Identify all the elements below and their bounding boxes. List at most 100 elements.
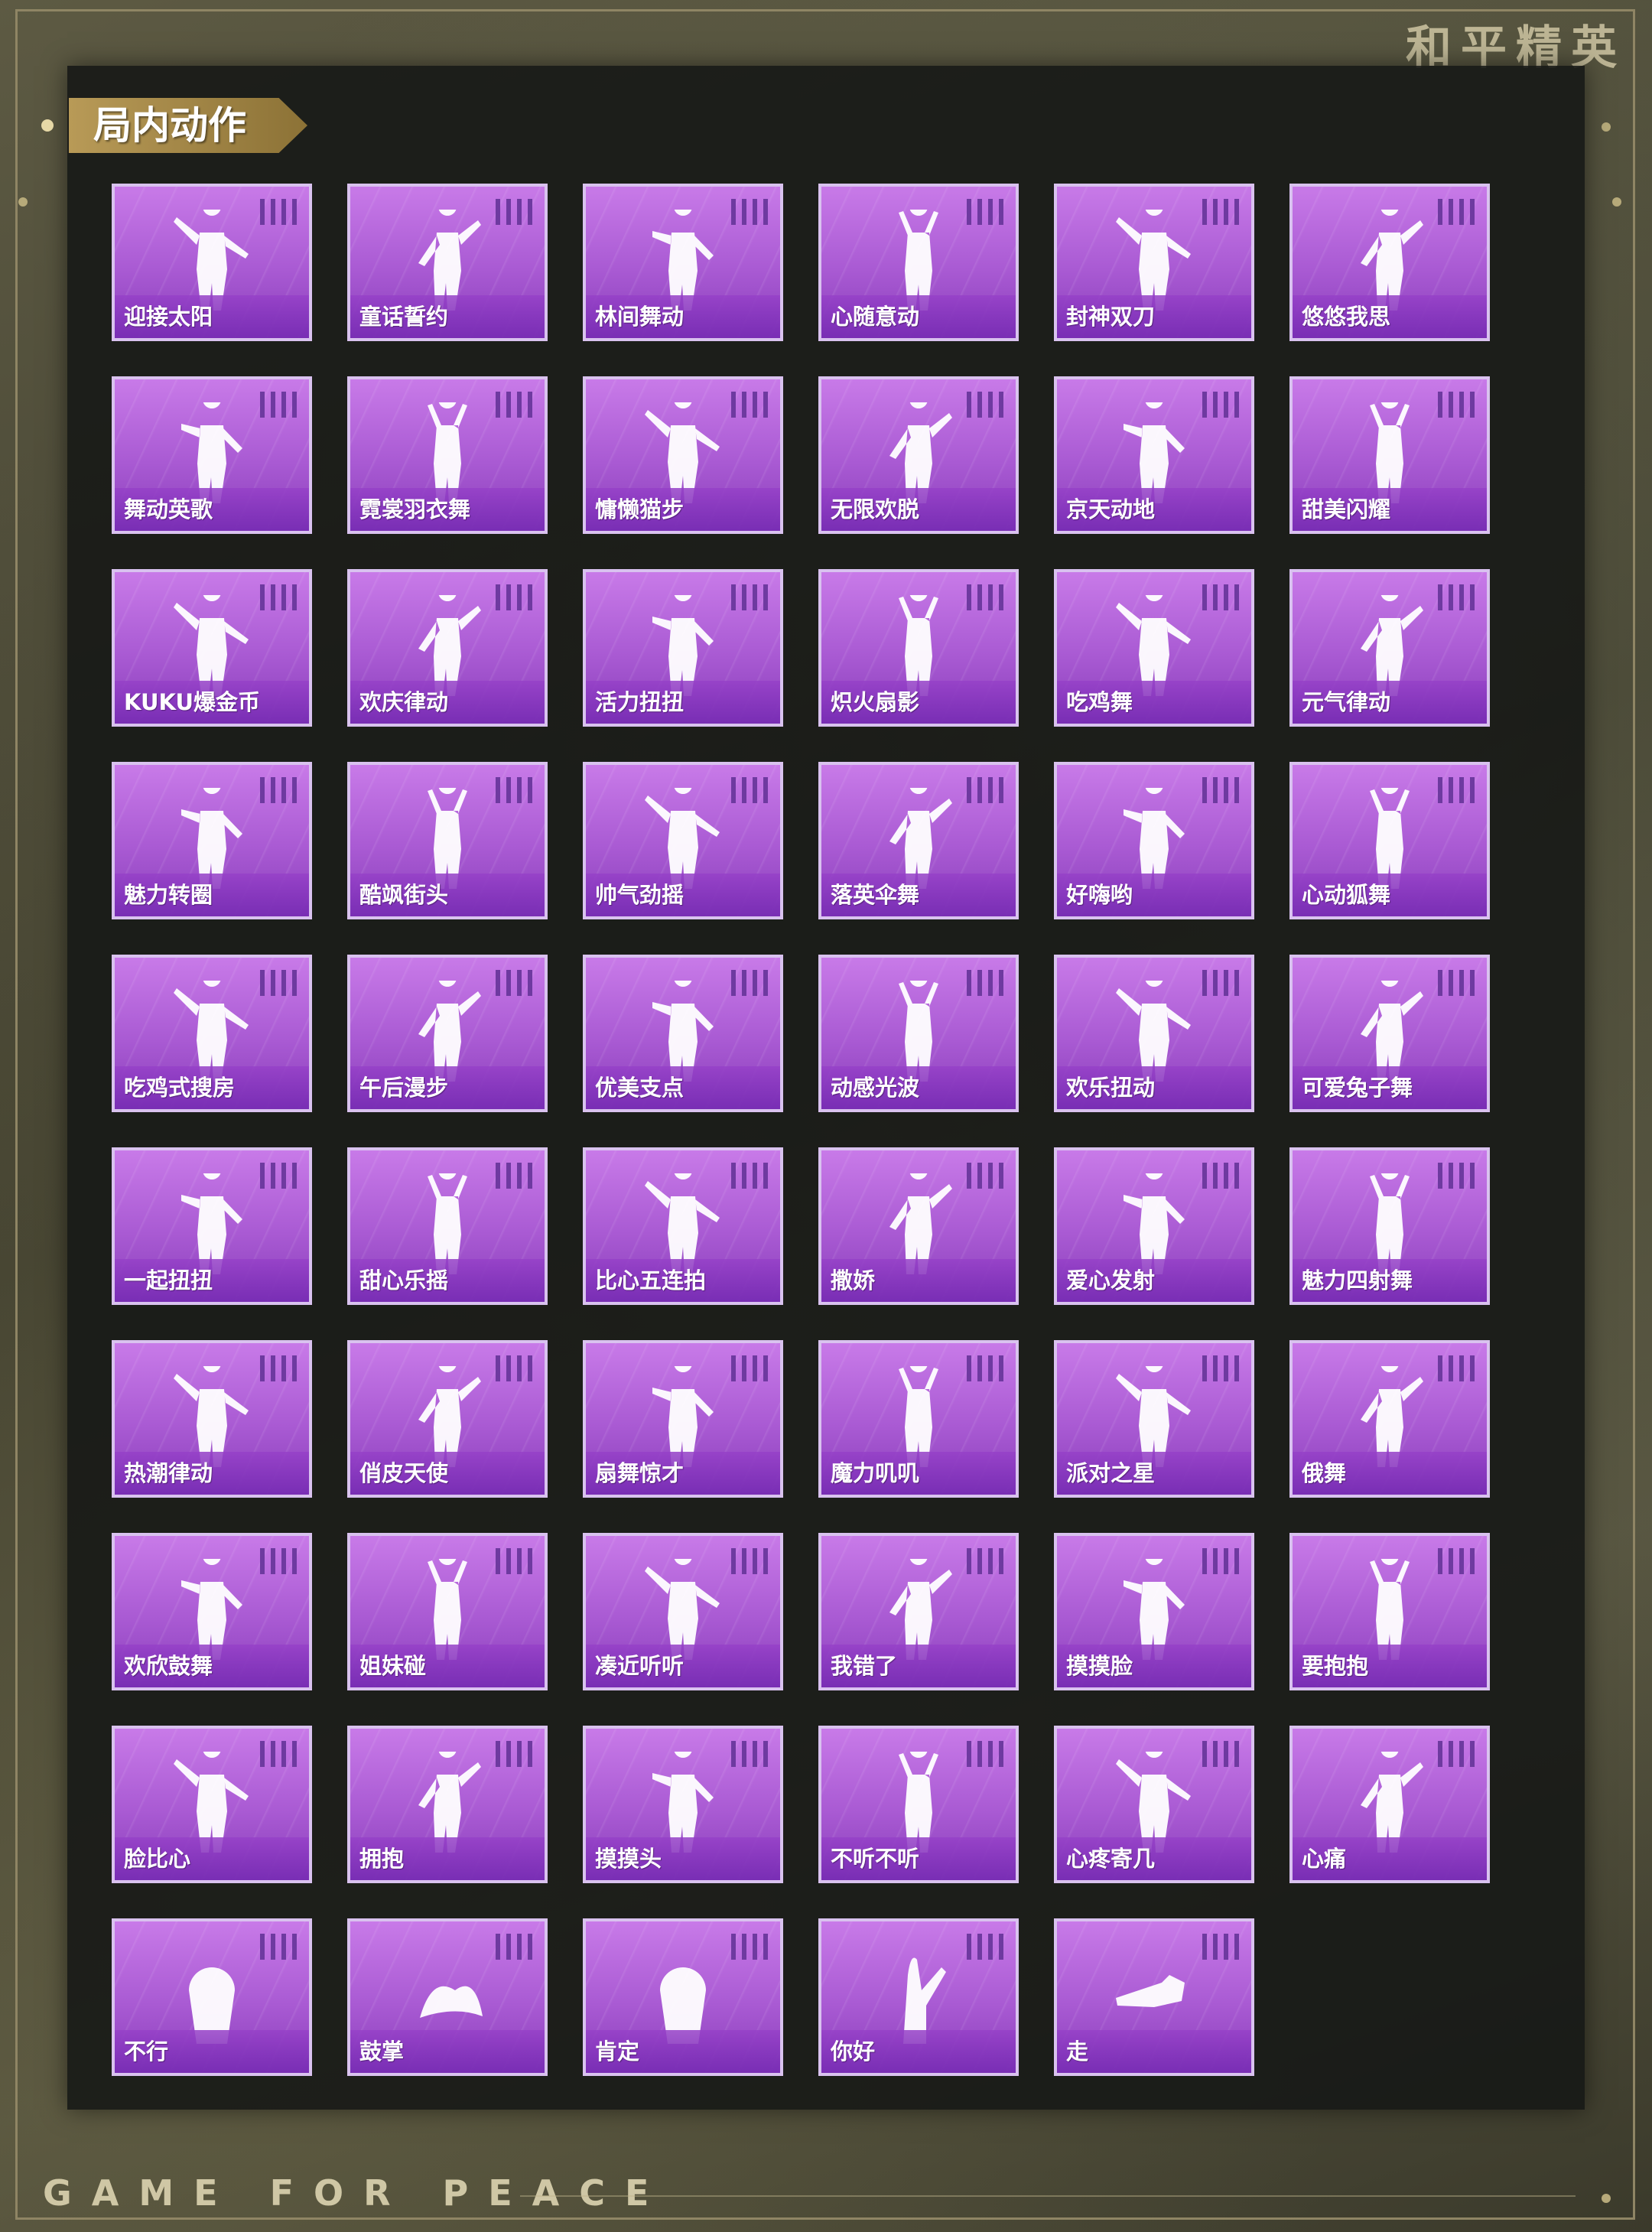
signal-bars-icon (967, 1741, 1003, 1767)
signal-bars-icon (496, 777, 532, 803)
signal-bars-icon (260, 392, 297, 418)
signal-bars-icon (731, 1548, 768, 1574)
signal-bars-icon (967, 1934, 1003, 1960)
emote-card[interactable]: 封神双刀 (1054, 184, 1254, 341)
signal-bars-icon (967, 584, 1003, 610)
emote-card[interactable]: 凑近听听 (583, 1533, 783, 1690)
signal-bars-icon (731, 199, 768, 225)
emote-card[interactable]: 慵懒猫步 (583, 376, 783, 534)
emote-label: 鼓掌 (350, 2030, 545, 2073)
emote-card[interactable]: 拥抱 (347, 1726, 548, 1883)
emote-label: 我错了 (821, 1645, 1016, 1687)
emote-card[interactable]: 动感光波 (818, 955, 1019, 1112)
emote-card[interactable]: 魅力四射舞 (1289, 1147, 1490, 1305)
signal-bars-icon (1438, 199, 1475, 225)
emote-label: 不行 (115, 2030, 309, 2073)
emote-card[interactable]: 甜心乐摇 (347, 1147, 548, 1305)
signal-bars-icon (1202, 777, 1239, 803)
signal-bars-icon (496, 1934, 532, 1960)
emote-card[interactable]: 我错了 (818, 1533, 1019, 1690)
corner-ornament (1602, 122, 1611, 132)
emote-card[interactable]: 俏皮天使 (347, 1340, 548, 1498)
emote-label: 欢庆律动 (350, 681, 545, 724)
signal-bars-icon (260, 970, 297, 996)
emote-card[interactable]: 派对之星 (1054, 1340, 1254, 1498)
emote-card[interactable]: KUKU爆金币 (112, 569, 312, 727)
emote-label: 悠悠我思 (1293, 295, 1487, 338)
emote-label: 俏皮天使 (350, 1452, 545, 1495)
signal-bars-icon (496, 199, 532, 225)
emote-card[interactable]: 脸比心 (112, 1726, 312, 1883)
emote-card[interactable]: 扇舞惊才 (583, 1340, 783, 1498)
emote-card[interactable]: 热潮律动 (112, 1340, 312, 1498)
emote-card[interactable]: 欢欣鼓舞 (112, 1533, 312, 1690)
emote-grid: 迎接太阳 童话誓约 林间舞动 心随意动 封神双刀 悠悠我思舞动英歌 霓裳羽衣舞 慵懒猫步 无限欢… (112, 184, 1490, 2081)
emote-label: 欢欣鼓舞 (115, 1645, 309, 1687)
signal-bars-icon (1438, 584, 1475, 610)
emote-card[interactable]: 摸摸头 (583, 1726, 783, 1883)
emote-card[interactable]: 欢乐扭动 (1054, 955, 1254, 1112)
emote-label: 一起扭扭 (115, 1259, 309, 1302)
emote-card[interactable]: 不行 (112, 1918, 312, 2076)
emote-card[interactable]: 霓裳羽衣舞 (347, 376, 548, 534)
emote-card[interactable]: 心痛 (1289, 1726, 1490, 1883)
emote-label: 心疼寄几 (1057, 1837, 1251, 1880)
emote-card[interactable]: 落英伞舞 (818, 762, 1019, 919)
emote-card[interactable]: 走 (1054, 1918, 1254, 2076)
emote-card[interactable]: 炽火扇影 (818, 569, 1019, 727)
emote-card[interactable]: 甜美闪耀 (1289, 376, 1490, 534)
emote-card[interactable]: 无限欢脱 (818, 376, 1019, 534)
signal-bars-icon (260, 777, 297, 803)
emote-card[interactable]: 要抱抱 (1289, 1533, 1490, 1690)
emote-card[interactable]: 林间舞动 (583, 184, 783, 341)
signal-bars-icon (1438, 777, 1475, 803)
emote-card[interactable]: 心随意动 (818, 184, 1019, 341)
emote-card[interactable]: 元气律动 (1289, 569, 1490, 727)
emote-label: 摸摸头 (586, 1837, 780, 1880)
emote-card[interactable]: 鼓掌 (347, 1918, 548, 2076)
emote-card[interactable]: 爱心发射 (1054, 1147, 1254, 1305)
emote-card[interactable]: 一起扭扭 (112, 1147, 312, 1305)
corner-ornament (1602, 2194, 1611, 2203)
signal-bars-icon (1438, 392, 1475, 418)
emote-card[interactable]: 心疼寄几 (1054, 1726, 1254, 1883)
emote-card[interactable]: 撒娇 (818, 1147, 1019, 1305)
emote-label: KUKU爆金币 (115, 681, 309, 724)
signal-bars-icon (967, 1355, 1003, 1381)
emote-label: 无限欢脱 (821, 488, 1016, 531)
emote-card[interactable]: 心动狐舞 (1289, 762, 1490, 919)
emote-card[interactable]: 童话誓约 (347, 184, 548, 341)
emote-card[interactable]: 活力扭扭 (583, 569, 783, 727)
emote-card[interactable]: 京天动地 (1054, 376, 1254, 534)
emote-card[interactable]: 迎接太阳 (112, 184, 312, 341)
emote-card[interactable]: 不听不听 (818, 1726, 1019, 1883)
signal-bars-icon (731, 392, 768, 418)
emote-label: 迎接太阳 (115, 295, 309, 338)
emote-card[interactable]: 优美支点 (583, 955, 783, 1112)
emote-label: 俄舞 (1293, 1452, 1487, 1495)
emote-card[interactable]: 摸摸脸 (1054, 1533, 1254, 1690)
emote-card[interactable]: 肯定 (583, 1918, 783, 2076)
emote-card[interactable]: 魔力叽叽 (818, 1340, 1019, 1498)
emote-card[interactable]: 俄舞 (1289, 1340, 1490, 1498)
emote-card[interactable]: 吃鸡式搜房 (112, 955, 312, 1112)
emote-card[interactable]: 你好 (818, 1918, 1019, 2076)
emote-card[interactable]: 可爱兔子舞 (1289, 955, 1490, 1112)
signal-bars-icon (731, 1741, 768, 1767)
emote-card[interactable]: 悠悠我思 (1289, 184, 1490, 341)
corner-ornament (1612, 197, 1621, 207)
emote-card[interactable]: 魅力转圈 (112, 762, 312, 919)
emote-label: 心动狐舞 (1293, 874, 1487, 916)
emote-card[interactable]: 姐妹碰 (347, 1533, 548, 1690)
emote-card[interactable]: 吃鸡舞 (1054, 569, 1254, 727)
emote-card[interactable]: 比心五连拍 (583, 1147, 783, 1305)
emote-card[interactable]: 帅气劲摇 (583, 762, 783, 919)
emote-card[interactable]: 酷飒街头 (347, 762, 548, 919)
emote-card[interactable]: 好嗨哟 (1054, 762, 1254, 919)
emote-label: 比心五连拍 (586, 1259, 780, 1302)
signal-bars-icon (496, 584, 532, 610)
emote-card[interactable]: 午后漫步 (347, 955, 548, 1112)
emote-card[interactable]: 舞动英歌 (112, 376, 312, 534)
emote-card[interactable]: 欢庆律动 (347, 569, 548, 727)
emote-label: 慵懒猫步 (586, 488, 780, 531)
